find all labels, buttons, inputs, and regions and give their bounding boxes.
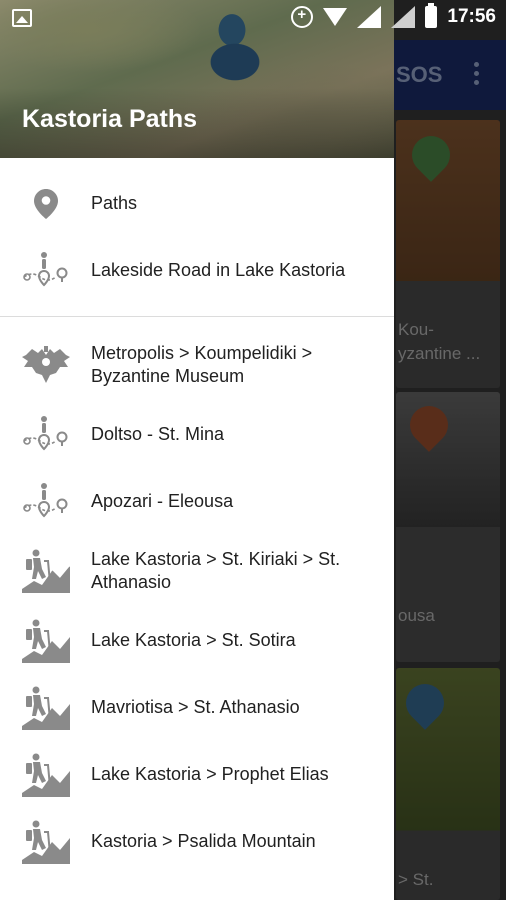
menu-item-lakeside-road[interactable]: Lakeside Road in Lake Kastoria: [0, 237, 394, 304]
drawer-title: Kastoria Paths: [22, 105, 198, 133]
menu-item-path[interactable]: Lake Kastoria > St. Sotira: [0, 607, 394, 674]
hiker-icon: [22, 820, 70, 864]
menu-item-paths[interactable]: Paths: [0, 170, 394, 237]
menu-item-path[interactable]: Kastoria > Psalida Mountain: [0, 808, 394, 875]
menu-item-label: Lake Kastoria > St. Sotira: [91, 630, 296, 650]
menu-item-path[interactable]: Metropolis > Koumpelidiki > Byzantine Mu…: [0, 329, 394, 401]
clock: 17:56: [447, 6, 496, 27]
menu-item-label: Doltso - St. Mina: [91, 424, 225, 444]
menu-item-label: Lakeside Road in Lake Kastoria: [91, 260, 346, 280]
primary-menu: Paths Lakeside Road in Lake Kastoria: [0, 158, 394, 304]
battery-icon: [425, 3, 438, 28]
hiker-icon: [22, 753, 70, 797]
menu-item-label: Lake Kastoria > Prophet Elias: [91, 764, 329, 784]
image-icon: [12, 9, 32, 27]
menu-item-path[interactable]: Lake Kastoria > St. Kiriaki > St. Athana…: [0, 535, 394, 607]
status-bar: 17:56: [0, 0, 506, 38]
hiker-icon: [22, 549, 70, 593]
menu-item-path[interactable]: Lake Kastoria > Prophet Elias: [0, 741, 394, 808]
route-walker-icon: [22, 480, 70, 524]
hiker-icon: [22, 686, 70, 730]
paths-menu: Metropolis > Koumpelidiki > Byzantine Mu…: [0, 329, 394, 875]
wifi-icon: [323, 8, 348, 26]
menu-item-path[interactable]: Apozari - Eleousa: [0, 468, 394, 535]
route-walker-icon: [22, 249, 70, 293]
navigation-drawer: Kastoria Paths Paths Lakeside Road in La…: [0, 0, 394, 900]
menu-item-path[interactable]: Mavriotisa > St. Athanasio: [0, 674, 394, 741]
menu-item-label: Mavriotisa > St. Athanasio: [91, 697, 300, 717]
signal-icon: [357, 6, 382, 28]
menu-item-label: Apozari - Eleousa: [91, 491, 234, 511]
route-walker-icon: [22, 413, 70, 457]
menu-item-label: Kastoria > Psalida Mountain: [91, 831, 316, 851]
menu-item-label: Paths: [91, 193, 138, 213]
menu-item-label: Lake Kastoria > St. Kiriaki > St. Athana…: [91, 549, 341, 592]
sync-icon: [291, 6, 314, 28]
hiker-icon: [22, 619, 70, 663]
double-headed-eagle-icon: [22, 343, 70, 387]
signal-icon: [391, 6, 416, 28]
menu-divider: [0, 316, 394, 317]
location-pin-icon: [22, 182, 70, 226]
menu-item-label: Metropolis > Koumpelidiki > Byzantine Mu…: [91, 343, 313, 386]
menu-item-path[interactable]: Doltso - St. Mina: [0, 401, 394, 468]
